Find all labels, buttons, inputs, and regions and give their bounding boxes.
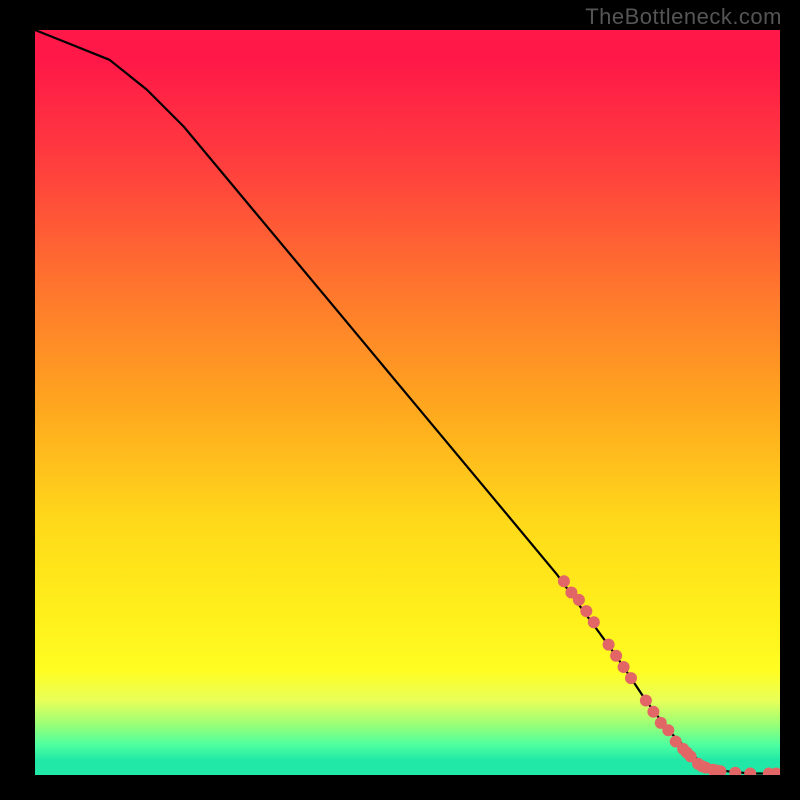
watermark-text: TheBottleneck.com bbox=[585, 4, 782, 30]
data-marker bbox=[625, 672, 637, 684]
data-marker bbox=[618, 661, 630, 673]
plot-area bbox=[35, 30, 780, 775]
data-marker bbox=[558, 575, 570, 587]
data-marker bbox=[744, 768, 756, 776]
data-marker bbox=[647, 706, 659, 718]
data-marker bbox=[729, 767, 741, 775]
marker-group bbox=[558, 575, 780, 775]
chart-overlay bbox=[35, 30, 780, 775]
curve-line bbox=[35, 30, 780, 774]
data-marker bbox=[588, 616, 600, 628]
data-marker bbox=[603, 639, 615, 651]
data-marker bbox=[573, 594, 585, 606]
data-marker bbox=[610, 650, 622, 662]
data-marker bbox=[640, 695, 652, 707]
data-marker bbox=[580, 605, 592, 617]
data-marker bbox=[662, 724, 674, 736]
chart-canvas: TheBottleneck.com bbox=[0, 0, 800, 800]
